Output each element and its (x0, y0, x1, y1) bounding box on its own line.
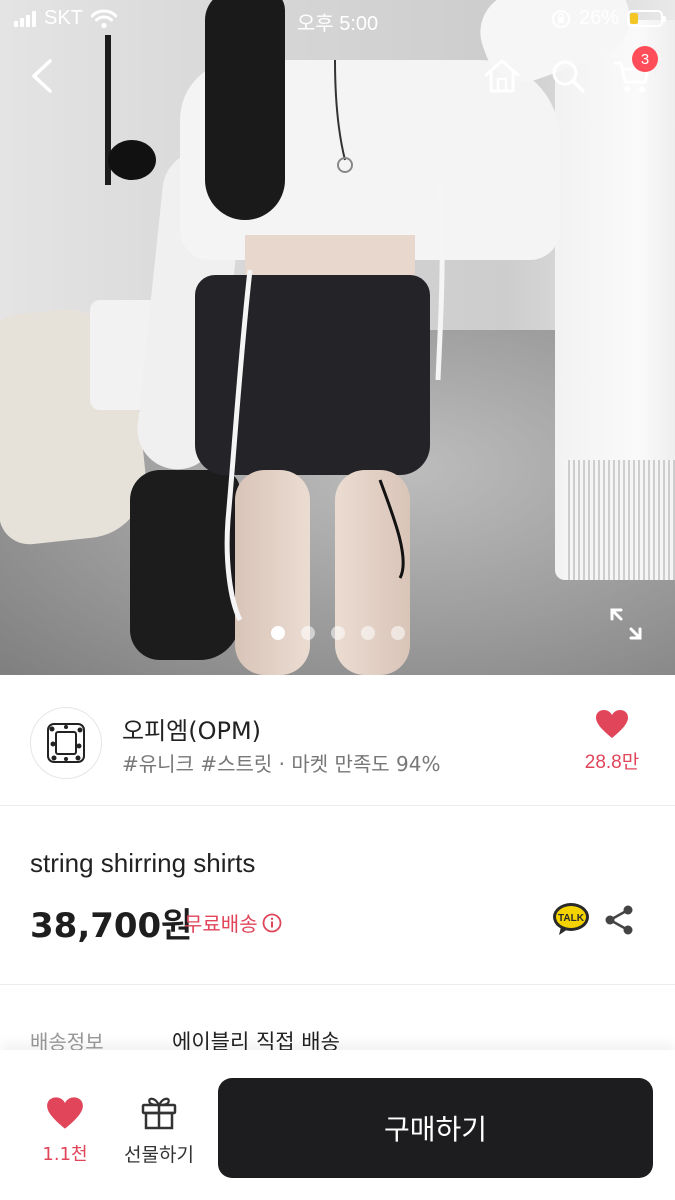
shop-like-count: 28.8만 (584, 752, 640, 773)
search-button[interactable] (546, 54, 590, 98)
rotation-lock-icon (551, 9, 570, 28)
gift-icon (141, 1097, 177, 1130)
shop-tags: #유니크 #스트릿 · 마켓 만족도 94% (122, 752, 441, 776)
gift-button[interactable]: 선물하기 (116, 1094, 202, 1167)
search-icon (552, 60, 585, 93)
product-info: string shirring shirts 38,700원 무료배송 TALK (0, 806, 675, 985)
status-right: 26% (551, 7, 666, 30)
like-button[interactable]: 1.1천 (30, 1096, 100, 1166)
share-icon[interactable] (604, 904, 636, 936)
back-button[interactable] (20, 54, 64, 98)
kakao-talk-icon[interactable]: TALK (552, 902, 590, 936)
gallery-pagination (0, 626, 675, 640)
product-price: 38,700원 (30, 906, 193, 946)
photo-drawstrings (224, 59, 445, 622)
buy-button[interactable]: 구매하기 (218, 1078, 653, 1178)
home-icon (484, 59, 520, 93)
cart-count-badge: 3 (632, 46, 658, 72)
gallery-dot[interactable] (330, 626, 345, 640)
back-icon (32, 59, 52, 93)
heart-icon (596, 710, 628, 738)
home-button[interactable] (480, 54, 524, 98)
expand-icon[interactable] (608, 606, 644, 642)
shipping-info[interactable]: 무료배송 (184, 908, 282, 937)
shop-logo[interactable] (30, 707, 102, 779)
status-bar: SKT 오후 5:00 26% (0, 0, 675, 38)
gallery-dot[interactable] (300, 626, 315, 640)
gallery-dot[interactable] (270, 626, 285, 640)
battery-level (630, 13, 638, 24)
product-image[interactable] (0, 0, 675, 675)
cart-button[interactable]: 3 (610, 46, 658, 98)
svg-text:TALK: TALK (558, 913, 585, 924)
bottom-action-bar: 1.1천 선물하기 구매하기 (0, 1050, 675, 1200)
gift-label: 선물하기 (124, 1144, 194, 1166)
shop-name[interactable]: 오피엠(OPM) (122, 711, 261, 746)
shop-section[interactable]: 오피엠(OPM) #유니크 #스트릿 · 마켓 만족도 94% 28.8만 (0, 675, 675, 806)
info-icon[interactable] (262, 913, 282, 933)
battery-percent: 26% (578, 7, 619, 29)
shop-like-button[interactable]: 28.8만 (577, 709, 647, 774)
gallery-dot[interactable] (390, 626, 405, 640)
battery-icon (627, 10, 666, 27)
like-count: 1.1천 (42, 1144, 88, 1165)
shop-logo-icon (47, 723, 85, 763)
gallery-dot[interactable] (360, 626, 375, 640)
heart-icon (47, 1097, 83, 1129)
product-name: string shirring shirts (30, 848, 256, 878)
free-shipping-label: 무료배송 (184, 912, 258, 936)
